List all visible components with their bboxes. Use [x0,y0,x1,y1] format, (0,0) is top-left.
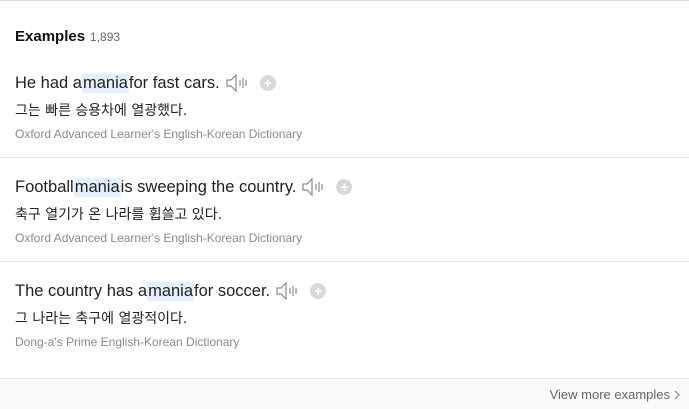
korean-translation: 그 나라는 축구에 열광적이다. [15,311,188,327]
add-icon[interactable]: + [259,75,276,91]
sentence-text: for fast cars. [128,73,220,92]
dictionary-source: Oxford Advanced Learner's English-Korean… [15,127,303,141]
examples-header: Examples 1,893 [15,28,120,45]
examples-list: He had a mania for fast cars. + 그는 빠른 승용… [0,54,689,366]
example-item: The country has a mania for soccer. + 그 … [0,262,689,366]
korean-translation: 그는 빠른 승용차에 열광했다. [15,103,188,119]
highlighted-keyword: mania [81,73,129,93]
korean-translation: 축구 열기가 온 나라를 휩쓸고 있다. [15,207,223,223]
dictionary-source: Oxford Advanced Learner's English-Korean… [15,231,303,245]
highlighted-keyword: mania [73,177,121,197]
sentence-text: Football [15,177,74,196]
example-sentence: Football mania is sweeping the country. … [15,176,353,198]
top-divider [0,0,689,1]
example-sentence: He had a mania for fast cars. + [15,72,276,94]
examples-count: 1,893 [90,30,121,44]
add-icon[interactable]: + [310,283,327,299]
example-item: He had a mania for fast cars. + 그는 빠른 승용… [0,54,689,158]
sentence-text: The country has a [15,281,148,300]
dictionary-source: Dong-a's Prime English-Korean Dictionary [15,335,240,349]
view-more-examples-link[interactable]: View more examples [550,387,680,402]
speaker-icon[interactable] [226,73,250,93]
speaker-icon[interactable] [276,281,300,301]
examples-footer: View more examples [0,378,689,409]
sentence-text: is sweeping the country. [120,177,297,196]
speaker-icon[interactable] [302,177,326,197]
example-sentence: The country has a mania for soccer. + [15,280,327,302]
chevron-right-icon [674,390,680,399]
sentence-text: He had a [15,73,82,92]
sentence-text: for soccer. [194,281,271,300]
view-more-label: View more examples [549,387,670,402]
add-icon[interactable]: + [336,179,353,195]
example-item: Football mania is sweeping the country. … [0,158,689,262]
section-title: Examples [15,28,86,45]
highlighted-keyword: mania [147,281,195,301]
